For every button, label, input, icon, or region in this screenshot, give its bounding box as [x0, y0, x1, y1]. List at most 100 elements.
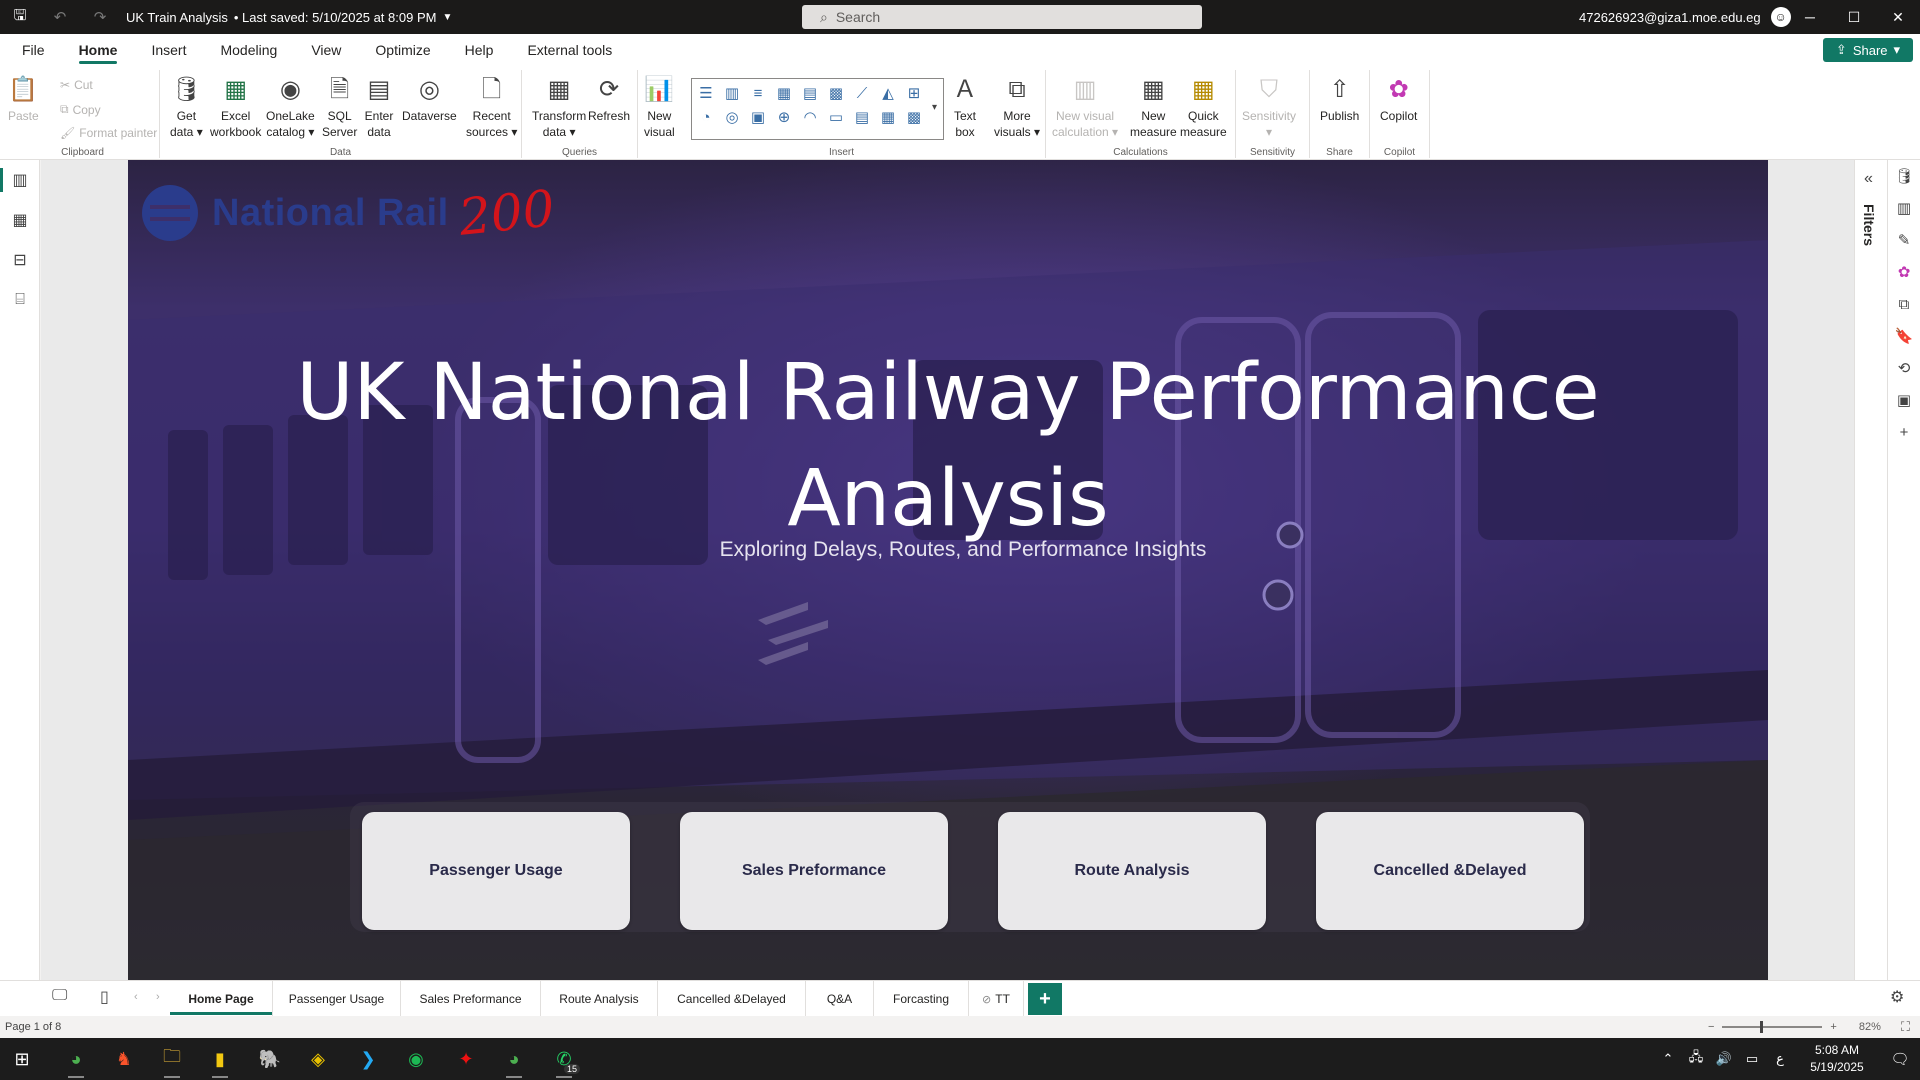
nav-button-passenger-usage[interactable]: Passenger Usage	[362, 812, 630, 930]
selection-pane-icon[interactable]: ▣	[1888, 384, 1920, 416]
battery-icon[interactable]: ▭	[1738, 1051, 1766, 1067]
page-tab-home[interactable]: Home Page	[170, 981, 273, 1017]
maximize-icon[interactable]: ☐	[1832, 0, 1876, 34]
whatsapp-icon[interactable]: ✆ 15	[544, 1044, 584, 1078]
copilot-pane-icon[interactable]: ✿	[1888, 256, 1920, 288]
enter-data-button[interactable]: ▤ Enter data	[364, 74, 394, 140]
tab-insert[interactable]: Insert	[134, 34, 203, 66]
page-tab-sales-performance[interactable]: Sales Preformance	[401, 981, 541, 1017]
game-app-icon[interactable]: ✦	[446, 1044, 486, 1074]
transform-data-button[interactable]: ▦ Transform data ▾	[532, 74, 586, 140]
input-language[interactable]: ع	[1766, 1051, 1794, 1067]
matrix-icon[interactable]: ▩	[904, 107, 924, 127]
zoom-level[interactable]: 82%	[1859, 1021, 1881, 1033]
new-visual-button[interactable]: 📊 New visual	[644, 74, 675, 140]
add-page-button[interactable]: +	[1028, 983, 1062, 1015]
text-box-button[interactable]: Ａ Text box	[950, 74, 980, 140]
document-title[interactable]: UK Train Analysis • Last saved: 5/10/202…	[126, 10, 452, 25]
network-icon[interactable]: 🖧	[1682, 1048, 1710, 1070]
area-chart-icon[interactable]: ◭	[878, 83, 898, 103]
clustered-column-chart-icon[interactable]: ▦	[774, 83, 794, 103]
desktop-layout-icon[interactable]: 🖵	[52, 987, 67, 1005]
recent-sources-button[interactable]: 🗋 Recent sources ▾	[466, 74, 517, 140]
postgresql-icon[interactable]: 🐘	[250, 1044, 290, 1074]
pie-chart-icon[interactable]: ◔	[696, 107, 716, 127]
dbeaver-icon[interactable]: ◈	[298, 1044, 338, 1074]
sync-slicers-icon[interactable]: ⟲	[1888, 352, 1920, 384]
page-tab-forecasting[interactable]: Forcasting	[874, 981, 969, 1017]
search-input[interactable]: ⌕ Search	[802, 5, 1202, 29]
line-column-chart-icon[interactable]: ⊞	[904, 83, 924, 103]
save-icon[interactable]: 🖫	[0, 0, 40, 34]
tab-view[interactable]: View	[294, 34, 358, 66]
model-view-icon[interactable]: ⊟	[0, 240, 40, 280]
add-pane-icon[interactable]: +	[1888, 416, 1920, 448]
more-visuals-button[interactable]: ⧉ More visuals ▾	[994, 74, 1040, 140]
page-tab-tt[interactable]: ⊘ TT	[969, 981, 1024, 1017]
tab-modeling[interactable]: Modeling	[203, 34, 294, 66]
stacked-bar-chart-icon[interactable]: ☰	[696, 83, 716, 103]
tab-external-tools[interactable]: External tools	[510, 34, 629, 66]
format-painter-button[interactable]: 🖌 Format painter	[60, 126, 157, 140]
stacked-column-chart-icon[interactable]: ▥	[722, 83, 742, 103]
tab-help[interactable]: Help	[448, 34, 511, 66]
fit-to-page-icon[interactable]: ⛶	[1901, 1019, 1910, 1035]
kpi-icon[interactable]: ▤	[852, 107, 872, 127]
100-column-chart-icon[interactable]: ▩	[826, 83, 846, 103]
sql-server-button[interactable]: 🗎 SQL Server	[322, 74, 357, 140]
onelake-catalog-button[interactable]: ◉ OneLake catalog ▾	[266, 74, 315, 140]
gallery-expand-icon[interactable]: ▾	[932, 102, 937, 113]
new-measure-button[interactable]: ▦ New measure	[1130, 74, 1177, 140]
quick-measure-button[interactable]: ▦ Quick measure	[1180, 74, 1227, 140]
nav-button-cancelled-delayed[interactable]: Cancelled &Delayed	[1316, 812, 1584, 930]
zoom-in-button[interactable]: +	[1830, 1021, 1836, 1033]
clustered-bar-chart-icon[interactable]: ≡	[748, 83, 768, 103]
line-chart-icon[interactable]: ⟋	[852, 83, 872, 103]
settings-gear-icon[interactable]: ⚙	[1890, 987, 1904, 1007]
sensitivity-button[interactable]: ⛉ Sensitivity ▾	[1242, 74, 1296, 140]
publish-button[interactable]: ⇧ Publish	[1320, 74, 1359, 124]
visual-gallery[interactable]: ☰ ▥ ≡ ▦ ▤ ▩ ⟋ ◭ ⊞ ◔ ◎ ▣ ⊕ ◠ ▭ ▤ ▦ ▩	[691, 78, 944, 140]
dataverse-button[interactable]: ◎ Dataverse	[402, 74, 457, 124]
filters-pane[interactable]: « Filters	[1854, 160, 1888, 980]
visualizations-pane-icon[interactable]: ▥	[1888, 192, 1920, 224]
copy-button[interactable]: ⧉ Copy	[60, 102, 101, 117]
treemap-icon[interactable]: ▣	[748, 107, 768, 127]
undo-icon[interactable]: ↶	[40, 0, 80, 34]
volume-icon[interactable]: 🔊	[1710, 1051, 1738, 1067]
page-tab-route-analysis[interactable]: Route Analysis	[541, 981, 658, 1017]
table-visual-icon[interactable]: ▦	[878, 107, 898, 127]
report-page[interactable]: National Rail 200 UK National Railway Pe…	[128, 160, 1768, 980]
account[interactable]: 472626923@giza1.moe.edu.eg ☺	[1579, 0, 1791, 34]
report-view-icon[interactable]: ▥	[0, 160, 40, 200]
data-pane-icon[interactable]: 🛢	[1888, 160, 1920, 192]
excel-workbook-button[interactable]: ▦ Excel workbook	[210, 74, 261, 140]
copilot-button[interactable]: ✿ Copilot	[1380, 74, 1417, 124]
paste-button[interactable]: 📋 Paste	[8, 74, 39, 124]
clock[interactable]: 5:08 AM 5/19/2025	[1794, 1042, 1880, 1076]
page-tab-passenger-usage[interactable]: Passenger Usage	[273, 981, 401, 1017]
page-tab-cancelled-delayed[interactable]: Cancelled &Delayed	[658, 981, 806, 1017]
spotify-icon[interactable]: ◉	[396, 1044, 436, 1074]
nav-button-sales-performance[interactable]: Sales Preformance	[680, 812, 948, 930]
show-hidden-icons-icon[interactable]: ⌃	[1654, 1051, 1682, 1067]
scroll-right-icon[interactable]: ›	[156, 991, 160, 1003]
chrome-profile-icon[interactable]: ◕	[494, 1044, 534, 1078]
100-bar-chart-icon[interactable]: ▤	[800, 83, 820, 103]
zoom-out-button[interactable]: −	[1708, 1021, 1714, 1033]
notifications-icon[interactable]: 🗨	[1880, 1050, 1920, 1068]
minimize-icon[interactable]: ─	[1788, 0, 1832, 34]
map-icon[interactable]: ⊕	[774, 107, 794, 127]
tab-file[interactable]: File	[0, 34, 62, 66]
tab-optimize[interactable]: Optimize	[358, 34, 447, 66]
nav-button-route-analysis[interactable]: Route Analysis	[998, 812, 1266, 930]
refresh-button[interactable]: ⟳ Refresh	[588, 74, 630, 124]
tab-home[interactable]: Home	[62, 34, 135, 66]
chrome-icon[interactable]: ◕	[56, 1044, 96, 1078]
cut-button[interactable]: ✂ Cut	[60, 78, 93, 92]
performance-analyzer-icon[interactable]: ⧉	[1888, 288, 1920, 320]
scroll-left-icon[interactable]: ‹	[134, 991, 138, 1003]
format-pane-icon[interactable]: ✎	[1888, 224, 1920, 256]
vs-code-icon[interactable]: ❯	[348, 1044, 388, 1074]
share-button[interactable]: ⇪ Share ▾	[1823, 38, 1913, 62]
